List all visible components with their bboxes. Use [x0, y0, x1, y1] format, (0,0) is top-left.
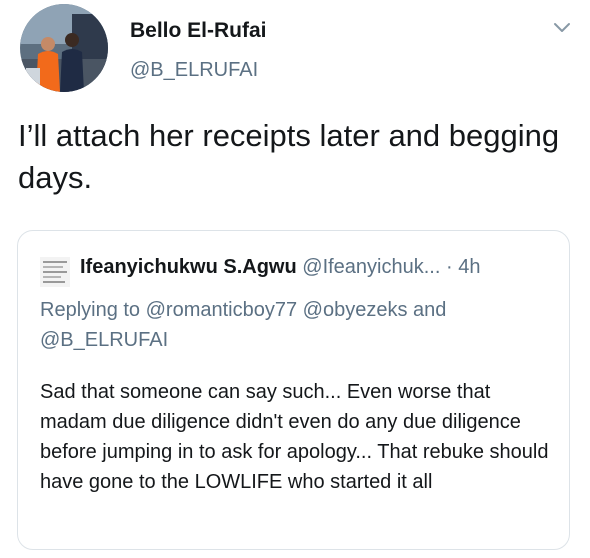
separator-dot: · — [445, 256, 453, 278]
document-thumbnail-icon[interactable] — [40, 257, 70, 287]
author-display-name[interactable]: Bello El-Rufai — [130, 19, 267, 43]
tweet-card[interactable]: Bello El-Rufai @B_ELRUFAI I’ll attach he… — [0, 0, 590, 558]
quoted-tweet[interactable]: Ifeanyichukwu S.Agwu @Ifeanyichuk... · 4… — [17, 230, 570, 550]
chevron-down-icon[interactable] — [551, 16, 573, 38]
profile-photo-icon — [20, 4, 108, 92]
author-handle[interactable]: @B_ELRUFAI — [130, 59, 258, 82]
replying-to-prefix: Replying to — [40, 299, 141, 321]
mention-link[interactable]: @obyezeks — [303, 299, 408, 321]
quoted-author-handle[interactable]: @Ifeanyichuk... — [302, 256, 440, 278]
tweet-text: I’ll attach her receipts later and beggi… — [18, 118, 560, 195]
quoted-tweet-text: Sad that someone can say such... Even wo… — [40, 381, 549, 493]
quoted-tweet-header: Ifeanyichukwu S.Agwu @Ifeanyichuk... · 4… — [80, 256, 480, 279]
quoted-tweet-time[interactable]: 4h — [458, 256, 480, 278]
mention-link[interactable]: @romanticboy77 — [146, 299, 297, 321]
quoted-author-display-name[interactable]: Ifeanyichukwu S.Agwu — [80, 256, 297, 278]
mention-link[interactable]: @B_ELRUFAI — [40, 329, 168, 351]
replying-and: and — [413, 299, 447, 321]
author-avatar[interactable] — [20, 4, 108, 92]
replying-to: Replying to @romanticboy77 @obyezeks and… — [40, 295, 550, 355]
